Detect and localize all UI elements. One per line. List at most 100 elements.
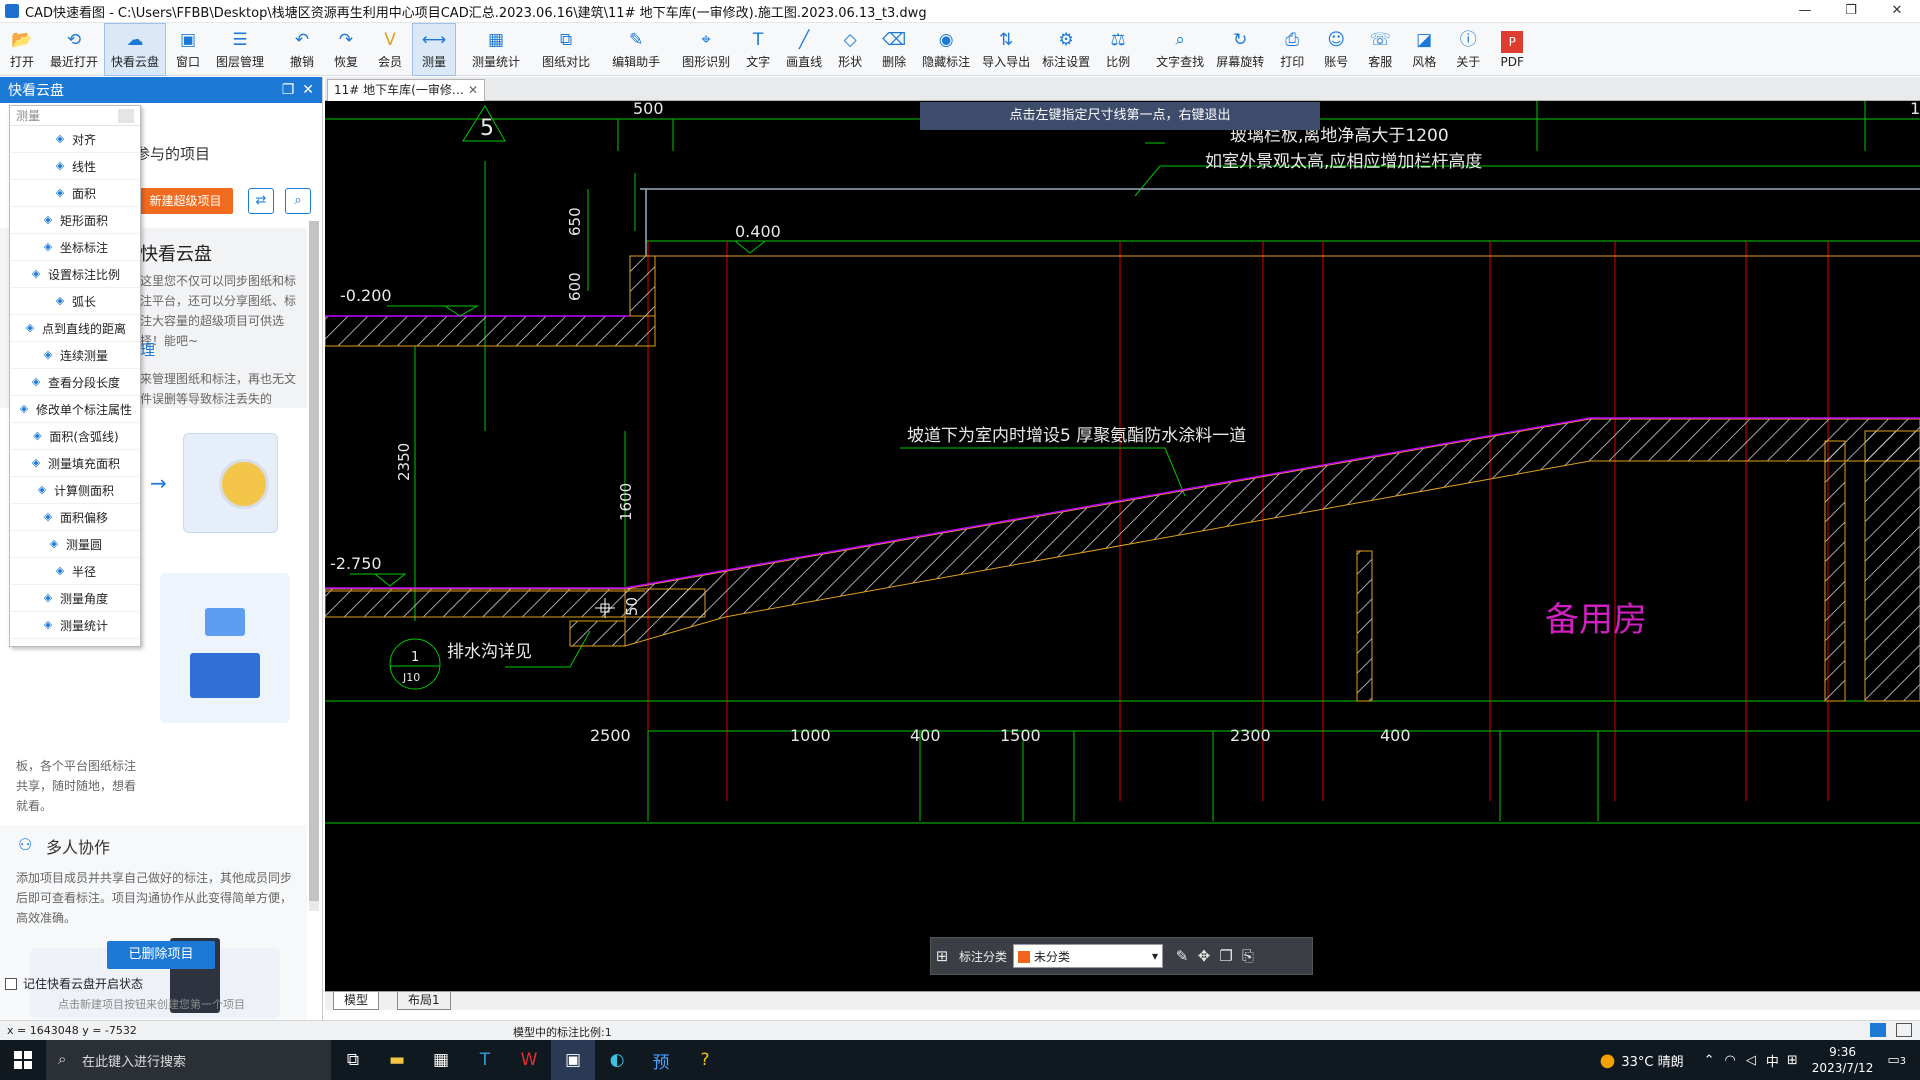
move-icon[interactable]: ✥ <box>1193 947 1215 965</box>
toolbar-button-undo[interactable]: ↶ 撤销 <box>280 23 324 76</box>
grid-icon[interactable]: ⊞ <box>931 947 953 965</box>
measure-menu-item[interactable]: ◈ 修改单个标注属性 <box>10 396 140 423</box>
measure-menu-item[interactable]: ◈ 连续测量 <box>10 342 140 369</box>
toolbar-button-compare[interactable]: ⧉ 图纸对比 <box>536 23 596 76</box>
measure-menu-item[interactable]: ◈ 面积 <box>10 180 140 207</box>
windows-start-icon[interactable] <box>0 1040 46 1080</box>
minimize-button[interactable]: — <box>1782 0 1828 23</box>
toolbar-button-folder[interactable]: 📂 打开 <box>0 23 44 76</box>
annotation-category-select[interactable]: 未分类 ▾ <box>1013 944 1164 968</box>
deleted-projects-button[interactable]: 已删除项目 <box>107 941 215 969</box>
toolbar-button-window[interactable]: ▣ 窗口 <box>166 23 210 76</box>
tab-close-icon[interactable]: ✕ <box>468 80 478 101</box>
toolbar-label: 快看云盘 <box>111 55 160 69</box>
toolbar-button-cloud[interactable]: ☁ 快看云盘 <box>104 23 167 76</box>
tab-model[interactable]: 模型 <box>333 992 380 1010</box>
search-icon[interactable]: ⌕ <box>285 188 311 214</box>
measure-menu-item[interactable]: ◈ 弧长 <box>10 288 140 315</box>
calculator-icon[interactable]: ▦ <box>419 1040 463 1080</box>
menu-close-icon[interactable] <box>118 108 134 123</box>
drawing-canvas[interactable]: 500 000 1 0.400 -0.200 -2.750 玻璃栏板,离地净高大… <box>325 101 1920 991</box>
notification-icon[interactable]: ▭3 <box>1887 1053 1906 1068</box>
measure-menu-item[interactable]: ◈ 计算侧面积 <box>10 477 140 504</box>
panel-scrollbar[interactable] <box>309 221 319 911</box>
help-app-icon[interactable]: ? <box>683 1040 727 1080</box>
toolbar-button-eye[interactable]: ◉ 隐藏标注 <box>916 23 976 76</box>
measure-menu-item[interactable]: ◈ 设置标注比例 <box>10 261 140 288</box>
taskbar-search[interactable]: ⌕ 在此键入进行搜索 <box>46 1040 331 1080</box>
measure-menu-item[interactable]: ◈ 矩形面积 <box>10 207 140 234</box>
file-explorer-icon[interactable]: ▬ <box>375 1040 419 1080</box>
copy-icon[interactable]: ❐ <box>1215 947 1237 965</box>
tab-drawing[interactable]: 11# 地下车库(一审修… ✕ <box>327 79 485 101</box>
close-button[interactable]: ✕ <box>1874 0 1920 23</box>
measure-menu-item[interactable]: ◈ 测量统计 <box>10 612 140 639</box>
remember-checkbox[interactable] <box>5 977 17 990</box>
toolbar-button-user[interactable]: ☺ 账号 <box>1314 23 1358 76</box>
task-view-icon[interactable]: ⧉ <box>331 1040 375 1080</box>
toolbar-label: 图纸对比 <box>542 55 591 69</box>
measure-menu-item[interactable]: ◈ 测量角度 <box>10 585 140 612</box>
measure-menu-item[interactable]: ◈ 测量圆 <box>10 531 140 558</box>
paste-icon[interactable]: ⎘ <box>1237 947 1259 965</box>
volume-icon[interactable]: ◁ <box>1746 1053 1756 1068</box>
toolbar-button-headset[interactable]: ☏ 客服 <box>1358 23 1402 76</box>
toolbar-button-print[interactable]: ⎙ 打印 <box>1270 23 1314 76</box>
measure-menu-item[interactable]: ◈ 面积(含弧线) <box>10 423 140 450</box>
measure-menu-item[interactable]: ◈ 线性 <box>10 153 140 180</box>
restore-button[interactable]: ❐ <box>1828 0 1874 23</box>
toolbar-button-line[interactable]: ╱ 画直线 <box>780 23 828 76</box>
clock[interactable]: 9:36 2023/7/12 <box>1812 1044 1874 1076</box>
ime-indicator[interactable]: 中 <box>1766 1051 1779 1070</box>
toolbar-button-scale[interactable]: ⚖ 比例 <box>1096 23 1140 76</box>
toolbar-button-shape[interactable]: ◇ 形状 <box>828 23 872 76</box>
measure-menu-item[interactable]: ◈ 测量填充面积 <box>10 450 140 477</box>
tray-chevron-icon[interactable]: ⌃ <box>1704 1053 1715 1068</box>
remember-checkbox-row[interactable]: 记住快看云盘开启状态 <box>5 975 143 992</box>
rect-area-icon: ◈ <box>43 213 53 226</box>
toolbar-button-redo[interactable]: ↷ 恢复 <box>324 23 368 76</box>
note-ramp: 坡道下为室内时增设5 厚聚氨酯防水涂料一道 <box>907 426 1246 446</box>
edit-icon[interactable]: ✎ <box>1171 947 1193 965</box>
status-toggle-icon[interactable] <box>1870 1023 1886 1037</box>
sync-icon[interactable]: ⇄ <box>248 188 274 214</box>
status-panel-icon[interactable] <box>1896 1023 1912 1037</box>
measure-menu-item[interactable]: ◈ 坐标标注 <box>10 234 140 261</box>
float-icon[interactable]: ❐ <box>282 82 295 98</box>
wps-icon[interactable]: W <box>507 1040 551 1080</box>
measure-menu-item[interactable]: ◈ 半径 <box>10 558 140 585</box>
measure-menu-item[interactable]: ◈ 对齐 <box>10 126 140 153</box>
toolbar-button-text[interactable]: T 文字 <box>736 23 780 76</box>
weather-text[interactable]: 33°C 晴朗 <box>1621 1051 1683 1070</box>
toolbar-button-measure-stats[interactable]: ▦ 测量统计 <box>466 23 526 76</box>
toolbar-button-pdf[interactable]: P PDF <box>1490 23 1534 76</box>
toolbar-button-import-export[interactable]: ⇅ 导入导出 <box>976 23 1036 76</box>
network-icon[interactable]: ◠ <box>1725 1053 1736 1068</box>
toolbar-button-rotate[interactable]: ↻ 屏幕旋转 <box>1210 23 1270 76</box>
app-t-icon[interactable]: T <box>463 1040 507 1080</box>
toolbar-button-info[interactable]: ⓘ 关于 <box>1446 23 1490 76</box>
cad-app-icon[interactable]: ▣ <box>551 1040 595 1080</box>
ime-mode-icon[interactable]: ⊞ <box>1787 1053 1798 1068</box>
panel-close-icon[interactable]: ✕ <box>302 82 314 98</box>
edge-icon[interactable]: ◐ <box>595 1040 639 1080</box>
toolbar-button-style[interactable]: ◪ 风格 <box>1402 23 1446 76</box>
toolbar-button-annotation-settings[interactable]: ⚙ 标注设置 <box>1036 23 1096 76</box>
section-text-sync: 板，各个平台图纸标注共享，随时随地，想看就看。 <box>16 759 137 813</box>
toolbar-button-layers[interactable]: ☰ 图层管理 <box>210 23 270 76</box>
toolbar-button-history[interactable]: ⟲ 最近打开 <box>44 23 104 76</box>
tab-layout1[interactable]: 布局1 <box>397 992 451 1010</box>
measure-menu-item[interactable]: ◈ 查看分段长度 <box>10 369 140 396</box>
toolbar-button-edit-assistant[interactable]: ✎ 编辑助手 <box>606 23 666 76</box>
area-icon: ◈ <box>55 186 65 199</box>
measure-menu-item[interactable]: ◈ 面积偏移 <box>10 504 140 531</box>
toolbar-button-vip[interactable]: V 会员 <box>368 23 412 76</box>
document-tabbar: 11# 地下车库(一审修… ✕ <box>325 77 1920 101</box>
toolbar-button-eraser[interactable]: ⌫ 删除 <box>872 23 916 76</box>
toolbar-button-measure[interactable]: ⟷ 测量 <box>412 23 457 76</box>
new-project-button[interactable]: 新建超级项目 <box>138 188 233 214</box>
preview-icon[interactable]: 预 <box>639 1040 683 1080</box>
toolbar-button-shape-recognize[interactable]: ⌖ 图形识别 <box>676 23 736 76</box>
toolbar-button-text-search[interactable]: ⌕ 文字查找 <box>1150 23 1210 76</box>
measure-menu-item[interactable]: ◈ 点到直线的距离 <box>10 315 140 342</box>
